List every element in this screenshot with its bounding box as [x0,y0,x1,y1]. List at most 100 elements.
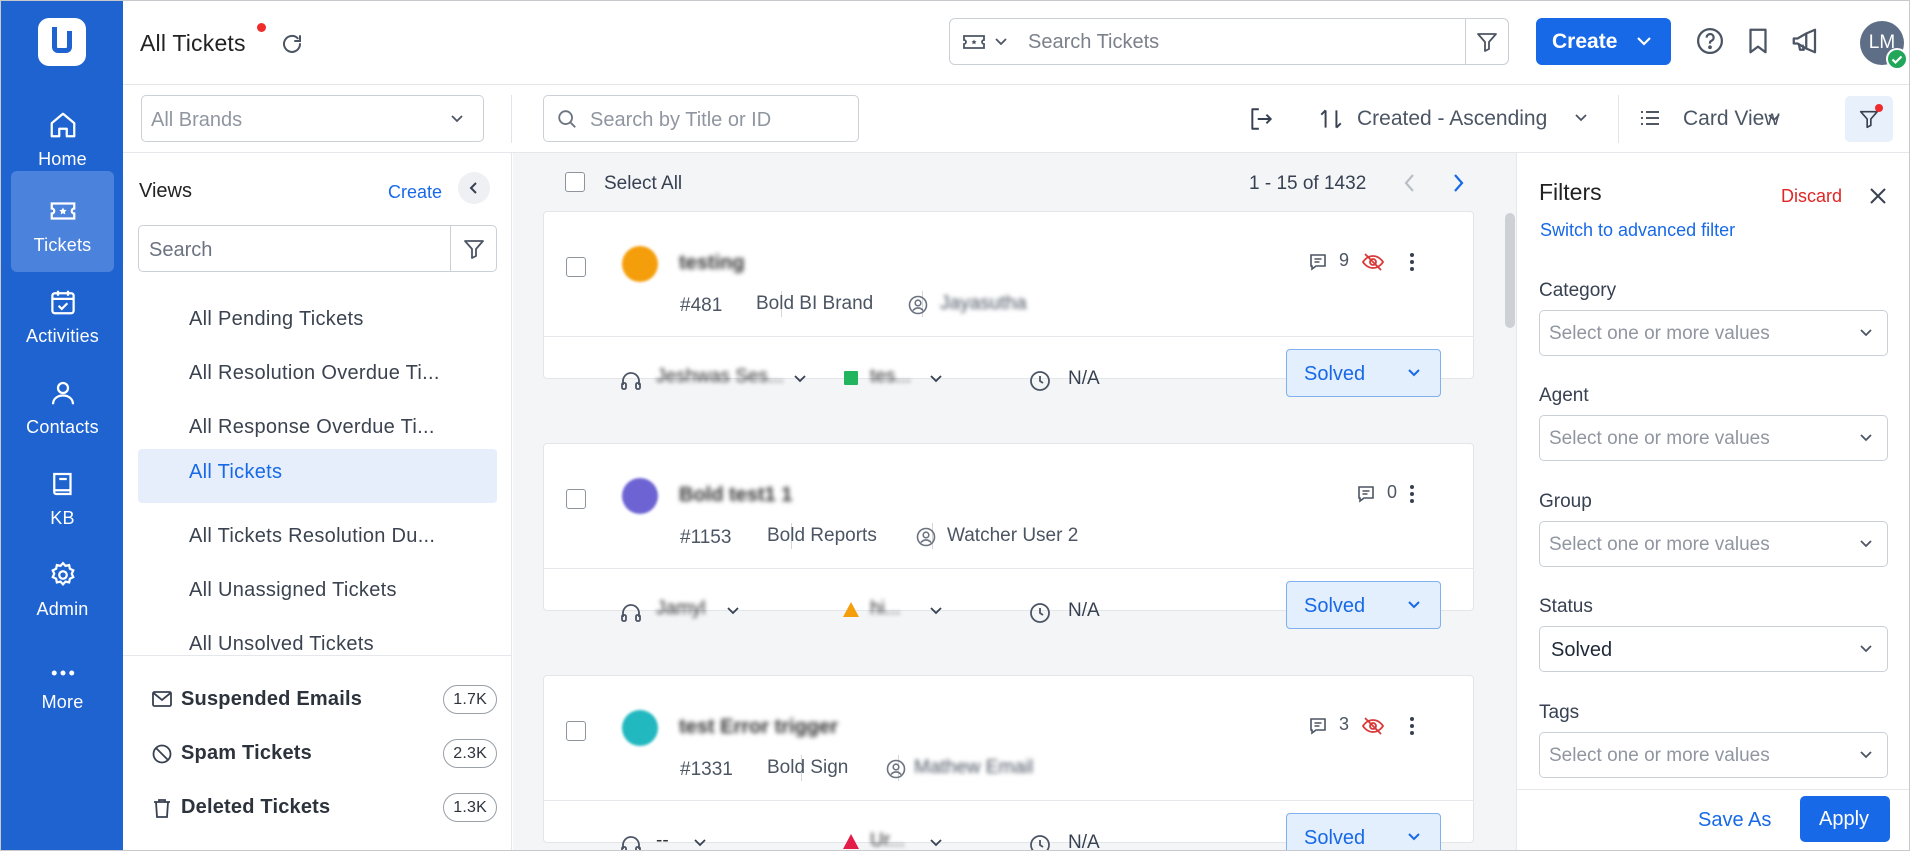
ticket-card[interactable]: Bold test1 1 #1153 Bold Reports Watcher … [543,443,1474,629]
chevron-down-icon[interactable] [928,373,944,385]
ticket-subject[interactable]: Bold test1 1 [679,484,792,507]
ticket-card[interactable]: test Error trigger #1331 Bold Sign Mathe… [543,675,1474,850]
more-vertical-icon[interactable] [1400,250,1424,274]
view-item[interactable]: All Tickets Resolution Du... [138,513,497,567]
scrollbar[interactable] [1505,213,1515,328]
priority-marker [843,602,859,617]
ticket-requester: Watcher User 2 [947,525,1079,546]
nav-item-contacts[interactable]: Contacts [11,353,114,454]
select-all-label[interactable]: Select All [604,173,682,195]
view-item[interactable]: All Resolution Overdue Ti... [138,350,497,404]
chevron-down-icon[interactable] [928,605,944,617]
chevron-down-icon[interactable] [692,837,708,849]
chevron-down-icon[interactable] [792,373,808,385]
view-item[interactable]: All Pending Tickets [138,296,497,350]
home-icon [50,112,75,138]
spam-tickets-item[interactable]: Spam Tickets 2.3K [151,739,497,769]
status-dropdown[interactable]: Solved [1286,349,1441,397]
search-input[interactable]: Search Tickets [1028,31,1159,54]
due-date: N/A [1068,600,1100,621]
close-icon[interactable] [1867,185,1889,207]
priority-dropdown[interactable]: hi... [870,598,901,620]
status-select[interactable]: Solved [1539,626,1888,672]
chevron-down-icon [1860,751,1872,759]
help-icon[interactable] [1695,26,1725,56]
ticket-checkbox[interactable] [566,257,586,277]
apply-button[interactable]: Apply [1800,796,1890,842]
view-item-active[interactable]: All Tickets [138,449,497,503]
nav-label: Home [38,149,87,169]
deleted-tickets-item[interactable]: Deleted Tickets 1.3K [151,793,497,823]
category-select[interactable]: Select one or more values [1539,310,1888,356]
filter-icon[interactable] [1475,30,1499,54]
divider [1465,19,1466,64]
create-button[interactable]: Create [1536,18,1671,65]
ticket-card[interactable]: testing #481 Bold BI Brand Jayasutha 9 J… [543,211,1474,397]
nav-item-tickets[interactable]: Tickets [11,171,114,272]
assignee-dropdown[interactable]: Jeshwas Ses... [656,366,784,388]
view-item[interactable]: All Unassigned Tickets [138,567,497,621]
eye-off-icon[interactable] [1361,714,1385,738]
select-value: Solved [1551,639,1613,661]
chevron-down-icon[interactable] [994,37,1008,47]
priority-dropdown[interactable]: Ur... [870,830,905,850]
more-vertical-icon[interactable] [1400,714,1424,738]
chevron-down-icon[interactable] [1766,112,1782,124]
system-item-label: Suspended Emails [181,688,363,710]
nav-item-kb[interactable]: KB [11,444,114,545]
select-placeholder: Select one or more values [1549,323,1770,344]
collapse-panel-button[interactable] [458,172,490,204]
nav-label: More [41,692,84,712]
sort-dropdown[interactable]: Created - Ascending [1357,107,1547,131]
ticket-subject[interactable]: test Error trigger [679,716,838,739]
brand-select[interactable]: All Brands [141,95,484,142]
chevron-down-icon[interactable] [928,837,944,849]
user-icon [886,759,906,779]
refresh-icon[interactable] [280,32,304,56]
filter-label-group: Group [1539,491,1592,512]
nav-label: Contacts [26,417,99,437]
divider [544,800,1473,801]
create-view-link[interactable]: Create [388,182,442,203]
title-search-input[interactable]: Search by Title or ID [543,95,859,142]
view-item[interactable]: All Unsolved Tickets [138,621,497,675]
chevron-left-icon[interactable] [1400,171,1420,195]
ticket-subject[interactable]: testing [679,252,745,275]
nav-item-more[interactable]: More [11,633,114,734]
ticket-type-icon[interactable] [962,32,986,52]
more-vertical-icon[interactable] [1400,482,1424,506]
priority-dropdown[interactable]: tes... [870,366,911,388]
views-search-input[interactable]: Search [138,225,497,272]
filter-icon[interactable] [462,237,486,261]
discard-link[interactable]: Discard [1781,186,1842,207]
status-dropdown[interactable]: Solved [1286,813,1441,850]
headset-icon [621,604,641,622]
nav-item-admin[interactable]: Admin [11,535,114,636]
assignee-dropdown[interactable]: -- [656,830,669,850]
megaphone-icon[interactable] [1790,26,1820,56]
tags-select[interactable]: Select one or more values [1539,732,1888,778]
nav-item-activities[interactable]: Activities [11,262,114,363]
advanced-filter-link[interactable]: Switch to advanced filter [1540,220,1735,241]
agent-select[interactable]: Select one or more values [1539,415,1888,461]
pagination-range: 1 - 15 of 1432 [1249,173,1367,194]
assignee-dropdown[interactable]: Jamyl [656,598,706,620]
sort-icon[interactable] [1318,106,1344,132]
bookmark-icon[interactable] [1743,26,1773,56]
app-logo[interactable] [38,18,86,66]
chevron-down-icon[interactable] [1573,112,1589,124]
chevron-down-icon[interactable] [725,605,741,617]
export-icon[interactable] [1248,106,1274,132]
group-select[interactable]: Select one or more values [1539,521,1888,567]
eye-off-icon[interactable] [1361,250,1385,274]
status-dropdown[interactable]: Solved [1286,581,1441,629]
select-all-checkbox[interactable] [565,172,585,192]
divider [123,655,512,656]
suspended-emails-item[interactable]: Suspended Emails 1.7K [151,685,497,715]
ticket-checkbox[interactable] [566,489,586,509]
toolbar: All Brands Search by Title or ID Created… [123,85,1909,153]
chevron-right-icon[interactable] [1448,171,1468,195]
filter-toggle-button[interactable] [1845,96,1893,142]
save-as-button[interactable]: Save As [1698,809,1771,832]
ticket-checkbox[interactable] [566,721,586,741]
